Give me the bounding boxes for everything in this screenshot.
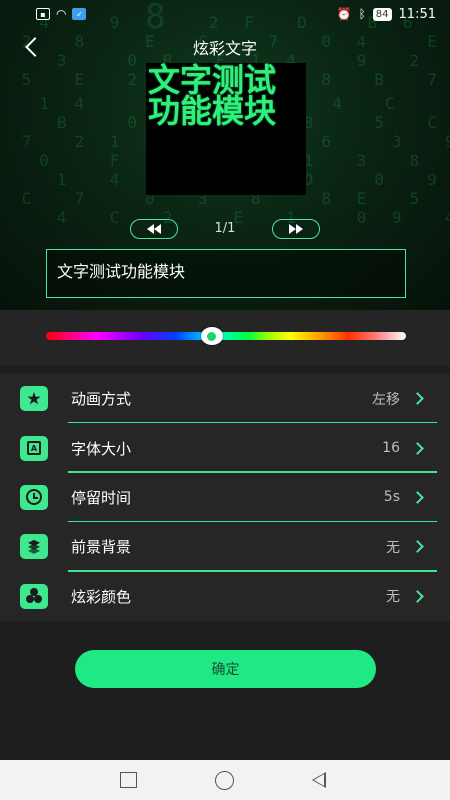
rewind-icon bbox=[147, 224, 154, 234]
page-navigator: 1/1 bbox=[0, 219, 450, 241]
setting-label: 炫彩颜色 bbox=[71, 587, 132, 606]
settings-list: 动画方式 左移 A 字体大小 16 停留时间 5s 前景背景 无 炫彩颜色 无 bbox=[0, 374, 450, 621]
title-bar: 炫彩文字 bbox=[0, 30, 450, 64]
setting-value: 16 bbox=[382, 440, 400, 457]
setting-value: 无 bbox=[386, 539, 400, 556]
home-icon[interactable] bbox=[215, 771, 234, 790]
font-size-icon: A bbox=[20, 435, 48, 461]
chevron-right-icon bbox=[411, 392, 424, 406]
setting-stay-time[interactable]: 停留时间 5s bbox=[0, 473, 450, 523]
battery-icon: 84 bbox=[372, 7, 392, 21]
color-slider-section bbox=[0, 310, 450, 366]
navigation-bar bbox=[0, 760, 450, 800]
previous-page-button[interactable] bbox=[130, 219, 178, 239]
color-palette-icon bbox=[20, 583, 48, 609]
clock-icon bbox=[20, 484, 48, 510]
text-preview: 文字测试 功能模块 bbox=[146, 63, 306, 195]
back-triangle-icon[interactable] bbox=[312, 772, 326, 788]
alarm-icon: ⏰ bbox=[336, 7, 352, 21]
color-slider-thumb[interactable] bbox=[200, 327, 223, 345]
setting-foreground-background[interactable]: 前景背景 无 bbox=[0, 522, 450, 572]
confirm-button[interactable]: 确定 bbox=[75, 650, 376, 688]
setting-colorful-color[interactable]: 炫彩颜色 无 bbox=[0, 572, 450, 621]
setting-label: 前景背景 bbox=[71, 538, 132, 557]
app-notification-icon: ✓ bbox=[72, 8, 87, 20]
text-input[interactable]: 文字测试功能模块 bbox=[46, 249, 406, 298]
back-arrow-icon[interactable] bbox=[20, 33, 44, 61]
color-slider-track[interactable] bbox=[46, 332, 406, 340]
fast-forward-icon bbox=[289, 224, 296, 234]
setting-label: 字体大小 bbox=[71, 439, 132, 458]
setting-value: 左移 bbox=[372, 391, 400, 408]
preview-line-2: 功能模块 bbox=[148, 92, 277, 130]
bluetooth-icon: ᛒ bbox=[358, 7, 366, 21]
sim-icon: ▪ bbox=[36, 8, 50, 20]
chevron-right-icon bbox=[411, 441, 424, 455]
clock-time: 11:51 bbox=[398, 6, 436, 22]
chevron-right-icon bbox=[411, 491, 424, 504]
page-title: 炫彩文字 bbox=[192, 39, 257, 58]
status-bar: ▪ ◠ ✓ ⏰ ᛒ 84 11:51 bbox=[0, 0, 450, 28]
setting-value: 无 bbox=[386, 589, 400, 606]
setting-animation-mode[interactable]: 动画方式 左移 bbox=[0, 374, 450, 424]
page-indicator: 1/1 bbox=[214, 221, 236, 236]
chevron-right-icon bbox=[411, 589, 424, 603]
setting-value: 5s bbox=[383, 489, 400, 506]
setting-label: 动画方式 bbox=[71, 390, 132, 409]
wifi-icon: ◠ bbox=[56, 7, 67, 21]
setting-font-size[interactable]: A 字体大小 16 bbox=[0, 423, 450, 473]
chevron-right-icon bbox=[411, 540, 424, 554]
setting-label: 停留时间 bbox=[71, 488, 132, 507]
next-page-button[interactable] bbox=[272, 219, 320, 239]
star-icon bbox=[20, 386, 48, 412]
layers-icon bbox=[20, 534, 48, 560]
recent-apps-icon[interactable] bbox=[120, 772, 137, 788]
